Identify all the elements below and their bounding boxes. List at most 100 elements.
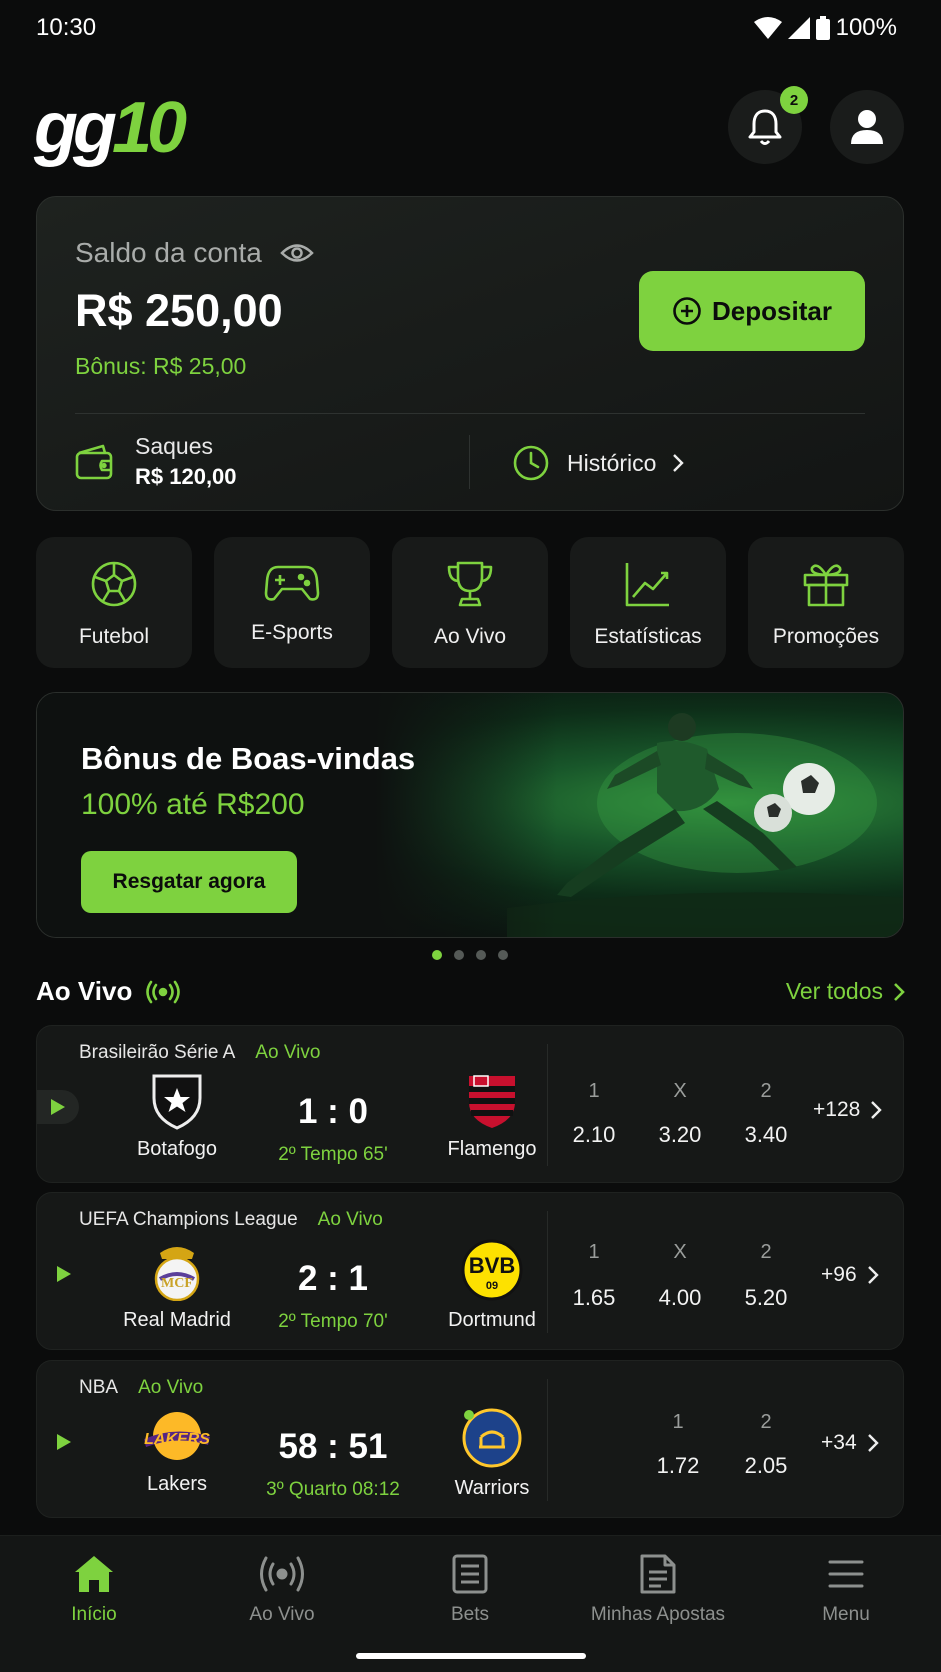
odd-label: 2 [760, 1241, 772, 1263]
real-madrid-crest-icon: MCF [150, 1239, 204, 1301]
live-broadcast-icon [259, 1554, 305, 1594]
odd-home-button[interactable]: 1.65 [559, 1285, 629, 1311]
away-team: Warriors [422, 1407, 562, 1500]
soccer-player-illustration [507, 693, 903, 937]
odd-home-button[interactable]: 1.72 [643, 1453, 713, 1479]
live-match-card[interactable]: UEFA Champions League Ao Vivo MCF Real M… [36, 1192, 904, 1350]
carousel-dot[interactable] [498, 950, 508, 960]
promo-banner[interactable]: Bônus de Boas-vindas 100% até R$200 Resg… [36, 692, 904, 938]
balance-label: Saldo da conta [75, 237, 262, 268]
category-ao-vivo[interactable]: Ao Vivo [392, 537, 548, 668]
dortmund-crest-icon: BVB 09 [461, 1239, 523, 1301]
soccer-ball-icon [89, 559, 139, 609]
withdrawals[interactable]: Saques R$ 120,00 [75, 433, 237, 490]
flamengo-crest-icon [465, 1072, 519, 1130]
chevron-right-icon [867, 1433, 879, 1453]
home-indicator [356, 1653, 586, 1659]
nav-inicio[interactable]: Início [0, 1554, 188, 1626]
category-row: Futebol E-Sports Ao Vivo Estatísticas Pr… [36, 537, 904, 668]
odd-label: 1 [588, 1241, 600, 1263]
category-futebol[interactable]: Futebol [36, 537, 192, 668]
eye-icon[interactable] [280, 242, 314, 264]
play-button[interactable] [47, 1257, 81, 1291]
more-markets-button[interactable]: +34 [821, 1431, 879, 1455]
status-bar: 10:30 100% [0, 0, 941, 56]
history-link[interactable]: Histórico [511, 443, 685, 483]
nav-menu[interactable]: Menu [752, 1554, 940, 1626]
plus-circle-icon [672, 296, 702, 326]
odds-divider [547, 1211, 548, 1333]
clock-icon [511, 443, 551, 483]
odd-away-button[interactable]: 2.05 [731, 1453, 801, 1479]
user-icon [849, 108, 885, 146]
svg-text:09: 09 [486, 1280, 498, 1292]
chevron-right-icon [867, 1265, 879, 1285]
team-name: Dortmund [448, 1309, 536, 1331]
deposit-button[interactable]: Depositar [639, 271, 865, 351]
play-button[interactable] [37, 1090, 79, 1124]
odd-home-button[interactable]: 2.10 [559, 1122, 629, 1148]
status-icons: 100% [753, 14, 897, 42]
carousel-dots [432, 950, 508, 960]
category-label: Ao Vivo [434, 625, 506, 648]
nav-minhas-apostas[interactable]: Minhas Apostas [564, 1554, 752, 1626]
profile-button[interactable] [830, 90, 904, 164]
category-label: Estatísticas [594, 625, 702, 648]
wifi-icon [753, 17, 782, 39]
my-bets-icon [639, 1554, 677, 1594]
odd-label: X [673, 1241, 687, 1263]
battery-percent: 100% [835, 14, 897, 41]
odd-away-button[interactable]: 3.40 [731, 1122, 801, 1148]
play-button[interactable] [47, 1425, 81, 1459]
bell-icon [746, 107, 784, 147]
category-promocoes[interactable]: Promoções [748, 537, 904, 668]
balance-vertical-divider [469, 435, 470, 489]
category-estatisticas[interactable]: Estatísticas [570, 537, 726, 668]
odd-label: X [673, 1080, 687, 1102]
live-match-card[interactable]: NBA Ao Vivo LAKERS Lakers 58 : 51 3º Qua… [36, 1360, 904, 1518]
balance-divider [75, 413, 865, 414]
notification-badge: 2 [780, 86, 808, 114]
chevron-right-icon [870, 1100, 883, 1120]
more-markets-button[interactable]: +96 [821, 1263, 879, 1287]
category-esports[interactable]: E-Sports [214, 537, 370, 668]
logo-part2: 10 [111, 88, 187, 168]
withdrawals-value: R$ 120,00 [135, 464, 237, 489]
withdrawals-label: Saques [135, 433, 214, 459]
deposit-label: Depositar [712, 295, 832, 326]
see-all-link[interactable]: Ver todos [786, 978, 905, 1005]
team-name: Botafogo [136, 1138, 218, 1160]
match-league-row: UEFA Champions League Ao Vivo [79, 1209, 383, 1231]
more-markets-count: +96 [821, 1263, 857, 1286]
bets-list-icon [451, 1554, 489, 1594]
odd-draw-button[interactable]: 4.00 [645, 1285, 715, 1311]
match-score: 1 : 0 [297, 1092, 369, 1131]
chevron-right-icon [672, 453, 685, 473]
claim-bonus-button[interactable]: Resgatar agora [81, 851, 297, 913]
odd-label: 2 [760, 1411, 772, 1433]
nav-label: Minhas Apostas [590, 1604, 726, 1625]
live-status: Ao Vivo [255, 1042, 321, 1063]
play-icon [56, 1265, 72, 1283]
odd-draw-button[interactable]: 3.20 [645, 1122, 715, 1148]
live-status: Ao Vivo [317, 1209, 383, 1230]
odd-away-button[interactable]: 5.20 [731, 1285, 801, 1311]
team-name: Lakers [146, 1473, 208, 1495]
nav-label: Ao Vivo [249, 1604, 315, 1625]
carousel-dot[interactable] [432, 950, 442, 960]
carousel-dot[interactable] [476, 950, 486, 960]
gift-icon [801, 559, 851, 609]
app-logo[interactable]: gg10 [34, 88, 187, 168]
carousel-dot[interactable] [454, 950, 464, 960]
more-markets-count: +128 [813, 1098, 861, 1121]
category-label: E-Sports [251, 621, 333, 644]
nav-bets[interactable]: Bets [376, 1554, 564, 1626]
live-match-card[interactable]: Brasileirão Série A Ao Vivo Botafogo 1 :… [36, 1025, 904, 1183]
trophy-icon [445, 559, 495, 609]
balance-card: Saldo da conta R$ 250,00 Bônus: R$ 25,00… [36, 196, 904, 511]
more-markets-button[interactable]: +128 [813, 1098, 883, 1122]
balance-amount: R$ 250,00 [75, 285, 283, 336]
nav-ao-vivo[interactable]: Ao Vivo [188, 1554, 376, 1626]
odd-label: 1 [672, 1411, 684, 1433]
team-name: Warriors [454, 1477, 530, 1499]
